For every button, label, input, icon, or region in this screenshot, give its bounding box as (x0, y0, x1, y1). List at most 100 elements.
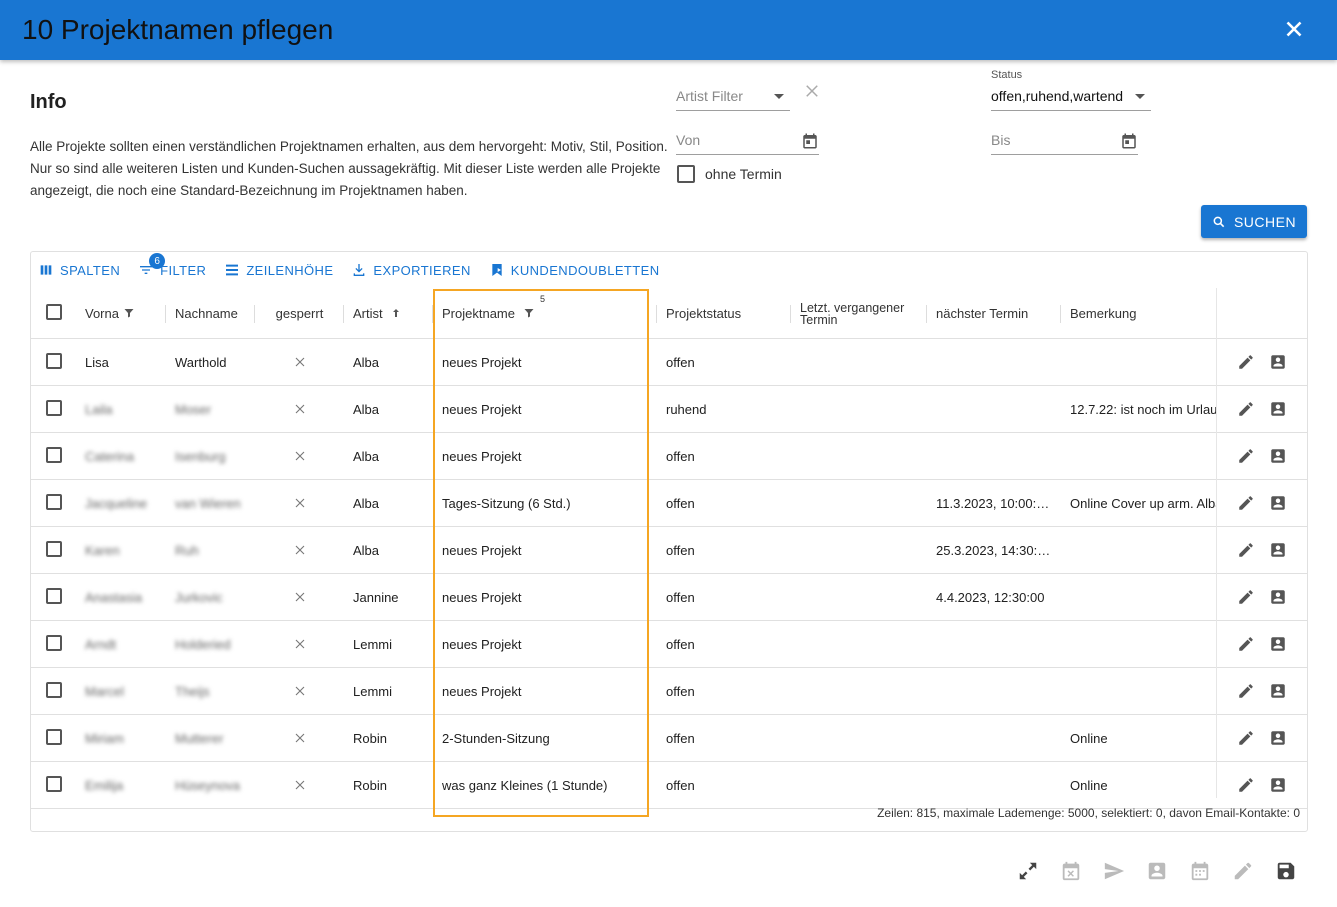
edit-icon[interactable] (1237, 588, 1255, 606)
column-header-vorname[interactable]: Vorna (76, 289, 166, 339)
export-button[interactable]: EXPORTIEREN (351, 262, 470, 278)
column-header-artist[interactable]: Artist (344, 289, 433, 339)
cell-nachname: Mutterer (166, 714, 255, 762)
cell-vorname: Miriam (76, 714, 166, 762)
cell-projektname: 2-Stunden-Sitzung (433, 714, 657, 762)
von-date-input[interactable]: Von (676, 126, 819, 155)
edit-icon[interactable] (1237, 400, 1255, 418)
edit-icon[interactable] (1237, 353, 1255, 371)
row-select-cell[interactable] (31, 385, 76, 433)
artist-filter-select[interactable]: Artist Filter (676, 82, 790, 111)
row-height-button[interactable]: ZEILENHÖHE (224, 262, 333, 278)
filter-button[interactable]: 6 FILTER (138, 253, 206, 278)
fullscreen-icon[interactable] (1017, 860, 1039, 882)
table-row[interactable]: Caterina Isenburg Alba neues Projekt offen (31, 432, 1307, 480)
contact-card-icon[interactable] (1269, 635, 1287, 653)
cell-gesperrt (255, 620, 344, 668)
row-checkbox[interactable] (45, 493, 62, 510)
cell-nachname: Isenburg (166, 432, 255, 480)
customer-duplicates-button[interactable]: KUNDENDOUBLETTEN (489, 262, 660, 278)
contact-card-icon[interactable] (1146, 860, 1168, 882)
row-select-cell[interactable] (31, 526, 76, 574)
table-row[interactable]: Emilija Hüseynova Robin was ganz Kleines (1… (31, 761, 1307, 809)
edit-icon[interactable] (1237, 776, 1255, 794)
row-actions (1217, 338, 1307, 386)
close-icon[interactable] (1281, 16, 1307, 42)
column-header-projektstatus[interactable]: Projektstatus (657, 289, 791, 339)
contact-card-icon[interactable] (1269, 682, 1287, 700)
contact-card-icon[interactable] (1269, 400, 1287, 418)
calendar-icon[interactable] (801, 132, 819, 150)
chevron-down-icon (1135, 94, 1145, 99)
calendar-cancel-icon[interactable] (1060, 860, 1082, 882)
row-checkbox[interactable] (45, 352, 62, 369)
row-select-cell[interactable] (31, 432, 76, 480)
cell-projektstatus: offen (657, 479, 791, 527)
edit-icon[interactable] (1237, 682, 1255, 700)
send-icon[interactable] (1103, 860, 1125, 882)
column-header-nachname[interactable]: Nachname (166, 289, 255, 339)
save-icon[interactable] (1275, 860, 1297, 882)
filter-icon[interactable] (523, 307, 535, 319)
table-row[interactable]: Miriam Mutterer Robin 2-Stunden-Sitzung offe… (31, 714, 1307, 762)
row-select-cell[interactable] (31, 479, 76, 527)
bis-date-input[interactable]: Bis (991, 126, 1138, 155)
column-header-bemerkung[interactable]: Bemerkung (1061, 289, 1217, 339)
row-select-cell[interactable] (31, 714, 76, 762)
clear-filter-icon[interactable] (803, 82, 821, 100)
table-row[interactable]: Jacqueline van Wieren Alba Tages-Sitzung (6… (31, 479, 1307, 527)
search-button[interactable]: SUCHEN (1201, 205, 1307, 238)
table-row[interactable]: Laila Moser Alba neues Projekt ruhend 12.7.22… (31, 385, 1307, 433)
columns-button[interactable]: SPALTEN (38, 262, 120, 278)
select-all-cell[interactable] (31, 289, 76, 339)
table-row[interactable]: Marcel Theijs Lemmi neues Projekt offen (31, 667, 1307, 715)
row-checkbox[interactable] (45, 540, 62, 557)
contact-card-icon[interactable] (1269, 353, 1287, 371)
contact-card-icon[interactable] (1269, 776, 1287, 794)
row-checkbox[interactable] (45, 587, 62, 604)
filter-icon[interactable] (123, 307, 135, 319)
grid-footer-status: Zeilen: 815, maximale Lademenge: 5000, s… (877, 806, 1300, 820)
cell-naechster-termin (927, 432, 1061, 480)
contact-card-icon[interactable] (1269, 447, 1287, 465)
calendar-icon[interactable] (1120, 132, 1138, 150)
edit-icon[interactable] (1237, 729, 1255, 747)
ohne-termin-option[interactable]: ohne Termin (677, 165, 782, 183)
row-checkbox[interactable] (45, 681, 62, 698)
ohne-termin-checkbox[interactable] (677, 165, 695, 183)
status-select[interactable]: offen,ruhend,wartend (991, 82, 1151, 111)
row-checkbox[interactable] (45, 728, 62, 745)
cell-naechster-termin: 11.3.2023, 10:00:… (927, 479, 1061, 527)
table-row[interactable]: Anastasia Jurkovic Jannine neues Projekt off… (31, 573, 1307, 621)
edit-icon[interactable] (1232, 860, 1254, 882)
select-all-checkbox[interactable] (45, 304, 62, 320)
table-row[interactable]: Lisa Warthold Alba neues Projekt offen (31, 338, 1307, 386)
row-checkbox[interactable] (45, 775, 62, 792)
cell-letzter-termin (791, 432, 927, 480)
edit-icon[interactable] (1237, 635, 1255, 653)
row-select-cell[interactable] (31, 761, 76, 809)
row-select-cell[interactable] (31, 667, 76, 715)
row-checkbox[interactable] (45, 446, 62, 463)
table-row[interactable]: Karen Ruh Alba neues Projekt offen 25.3.2023,… (31, 526, 1307, 574)
sort-ascending-icon[interactable] (390, 307, 402, 319)
table-row[interactable]: Arndt Holderied Lemmi neues Projekt offen (31, 620, 1307, 668)
column-header-gesperrt[interactable]: gesperrt (255, 289, 344, 339)
contact-card-icon[interactable] (1269, 729, 1287, 747)
column-header-naechster-termin[interactable]: nächster Termin (927, 289, 1061, 339)
edit-icon[interactable] (1237, 494, 1255, 512)
calendar-icon[interactable] (1189, 860, 1211, 882)
cell-vorname: Laila (76, 385, 166, 433)
edit-icon[interactable] (1237, 447, 1255, 465)
edit-icon[interactable] (1237, 541, 1255, 559)
row-select-cell[interactable] (31, 620, 76, 668)
row-checkbox[interactable] (45, 399, 62, 416)
row-checkbox[interactable] (45, 634, 62, 651)
column-header-letzter-termin[interactable]: Letzt. vergangener Termin (791, 289, 927, 339)
contact-card-icon[interactable] (1269, 541, 1287, 559)
status-label: Status (991, 69, 1023, 81)
row-select-cell[interactable] (31, 338, 76, 386)
contact-card-icon[interactable] (1269, 494, 1287, 512)
row-select-cell[interactable] (31, 573, 76, 621)
contact-card-icon[interactable] (1269, 588, 1287, 606)
